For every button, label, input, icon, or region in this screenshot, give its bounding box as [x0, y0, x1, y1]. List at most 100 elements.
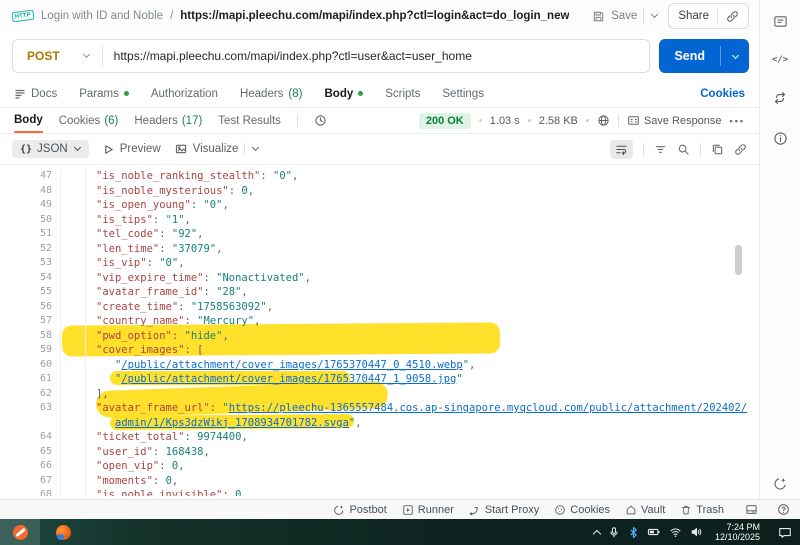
taskbar-active-app[interactable] [0, 519, 40, 545]
network-globe-icon[interactable] [597, 114, 610, 127]
fold-gutter[interactable] [60, 488, 86, 496]
fold-gutter[interactable] [60, 358, 86, 373]
history-icon[interactable] [314, 114, 327, 127]
preview-button[interactable]: Preview [103, 143, 161, 155]
search-icon[interactable] [677, 143, 690, 156]
share-button[interactable]: Share [668, 3, 749, 29]
taskbar-app-icon[interactable] [56, 525, 71, 540]
tab-params[interactable]: Params [79, 88, 129, 100]
json-link[interactable]: admin/1/Kps3dzWikj_1708934701782.svga [115, 417, 349, 429]
proxy-icon [469, 504, 481, 516]
scrollbar-thumb[interactable] [735, 245, 742, 275]
wrap-text-button[interactable] [610, 140, 633, 159]
fold-gutter[interactable] [60, 242, 86, 257]
fold-gutter[interactable] [60, 416, 86, 431]
cookies-link[interactable]: Cookies [700, 88, 745, 100]
method-selector[interactable]: POST [13, 49, 102, 63]
filter-icon[interactable] [654, 143, 667, 156]
tab-authorization[interactable]: Authorization [151, 88, 218, 100]
fold-gutter[interactable] [60, 300, 86, 315]
bottom-panel-icon[interactable] [745, 503, 758, 516]
help-icon[interactable] [777, 503, 790, 516]
vault-button[interactable]: Vault [625, 504, 665, 516]
code-line: 59"cover_images": [ [0, 343, 759, 358]
link-icon[interactable] [734, 143, 747, 156]
json-link[interactable]: /public/attachment/cover_images/17653704… [121, 373, 456, 385]
json-link[interactable]: /public/attachment/cover_images/17653704… [121, 359, 462, 371]
cookies-button[interactable]: Cookies [554, 504, 610, 516]
postbot-button[interactable]: Postbot [333, 504, 386, 516]
response-tab-body[interactable]: Body [14, 108, 43, 133]
response-time[interactable]: 1.03 s [490, 115, 520, 127]
visualize-button[interactable]: Visualize [175, 143, 260, 155]
response-tab-test-results[interactable]: Test Results [218, 108, 281, 133]
fold-gutter[interactable] [60, 474, 86, 489]
start-proxy-button[interactable]: Start Proxy [469, 504, 539, 516]
breadcrumb-request-name[interactable]: https://mapi.pleechu.com/mapi/index.php?… [180, 10, 569, 22]
method-chevron-icon [83, 50, 90, 57]
comments-icon[interactable] [773, 14, 788, 29]
code-snippet-icon[interactable]: </> [772, 55, 788, 65]
fold-gutter[interactable] [60, 256, 86, 271]
fold-gutter[interactable] [60, 343, 86, 358]
fold-gutter[interactable] [60, 314, 86, 329]
bluetooth-icon[interactable] [628, 526, 639, 539]
sync-arrows-icon[interactable] [773, 91, 787, 105]
fold-gutter[interactable] [60, 372, 86, 387]
response-size[interactable]: 2.58 KB [539, 115, 578, 127]
save-chevron-icon[interactable] [651, 10, 658, 17]
json-link[interactable]: https://pleechu-1365557484.cos.ap-singap… [229, 402, 747, 414]
fold-gutter[interactable] [60, 445, 86, 460]
response-tab-cookies[interactable]: Cookies(6) [59, 108, 119, 133]
send-options-chevron[interactable] [721, 47, 749, 65]
volume-icon[interactable] [690, 526, 703, 538]
save-button[interactable]: Save [592, 8, 658, 24]
fold-gutter[interactable] [60, 198, 86, 213]
battery-icon[interactable] [647, 526, 661, 538]
code-line: 53"is_vip": "0", [0, 256, 759, 271]
format-chevron-icon [74, 143, 81, 150]
dot-separator [479, 119, 482, 122]
copy-link-icon[interactable] [726, 10, 739, 23]
tab-scripts[interactable]: Scripts [385, 88, 420, 100]
fold-gutter[interactable] [60, 285, 86, 300]
url-input[interactable]: https://mapi.pleechu.com/mapi/index.php?… [103, 49, 472, 63]
more-options-icon[interactable]: ••• [730, 116, 745, 126]
response-tab-headers[interactable]: Headers(17) [134, 108, 202, 133]
fold-gutter[interactable] [60, 329, 86, 344]
wifi-icon[interactable] [669, 526, 682, 538]
info-icon[interactable] [773, 131, 788, 146]
tray-expand-icon[interactable] [593, 529, 601, 537]
format-selector[interactable]: {} JSON [12, 140, 89, 158]
fold-gutter[interactable] [60, 459, 86, 474]
status-footer-bar: Postbot Runner Start Proxy Cookies Vault [0, 499, 800, 519]
tab-body[interactable]: Body [324, 88, 363, 100]
code-text: "is_noble_mysterious": 0, [86, 184, 254, 199]
runner-button[interactable]: Runner [402, 504, 454, 516]
breadcrumb-collection[interactable]: Login with ID and Noble [41, 10, 163, 22]
visualize-chevron-icon[interactable] [252, 143, 259, 150]
status-badge[interactable]: 200 OK [419, 113, 471, 129]
notification-center-icon[interactable] [778, 526, 792, 539]
copy-icon[interactable] [711, 143, 724, 156]
fold-gutter[interactable] [60, 387, 86, 402]
save-response-button[interactable]: Save Response [627, 114, 722, 127]
tab-settings[interactable]: Settings [442, 88, 484, 100]
postbot-sidebar-icon[interactable] [773, 476, 788, 491]
response-body-viewer[interactable]: 47"is_noble_ranking_stealth": "0",48"is_… [0, 165, 759, 500]
fold-gutter[interactable] [60, 430, 86, 445]
fold-gutter[interactable] [60, 227, 86, 242]
microphone-icon[interactable] [608, 526, 620, 539]
fold-gutter[interactable] [60, 169, 86, 184]
fold-gutter[interactable] [60, 213, 86, 228]
code-line: 48"is_noble_mysterious": 0, [0, 184, 759, 199]
tab-headers[interactable]: Headers(8) [240, 88, 303, 100]
taskbar-clock[interactable]: 7:24 PM 12/10/2025 [711, 522, 760, 542]
fold-gutter[interactable] [60, 271, 86, 286]
trash-button[interactable]: Trash [680, 504, 724, 516]
code-line: 67"moments": 0, [0, 474, 759, 489]
fold-gutter[interactable] [60, 184, 86, 199]
send-button[interactable]: Send [659, 39, 749, 73]
fold-gutter[interactable] [60, 401, 86, 416]
tab-docs[interactable]: Docs [14, 88, 57, 100]
